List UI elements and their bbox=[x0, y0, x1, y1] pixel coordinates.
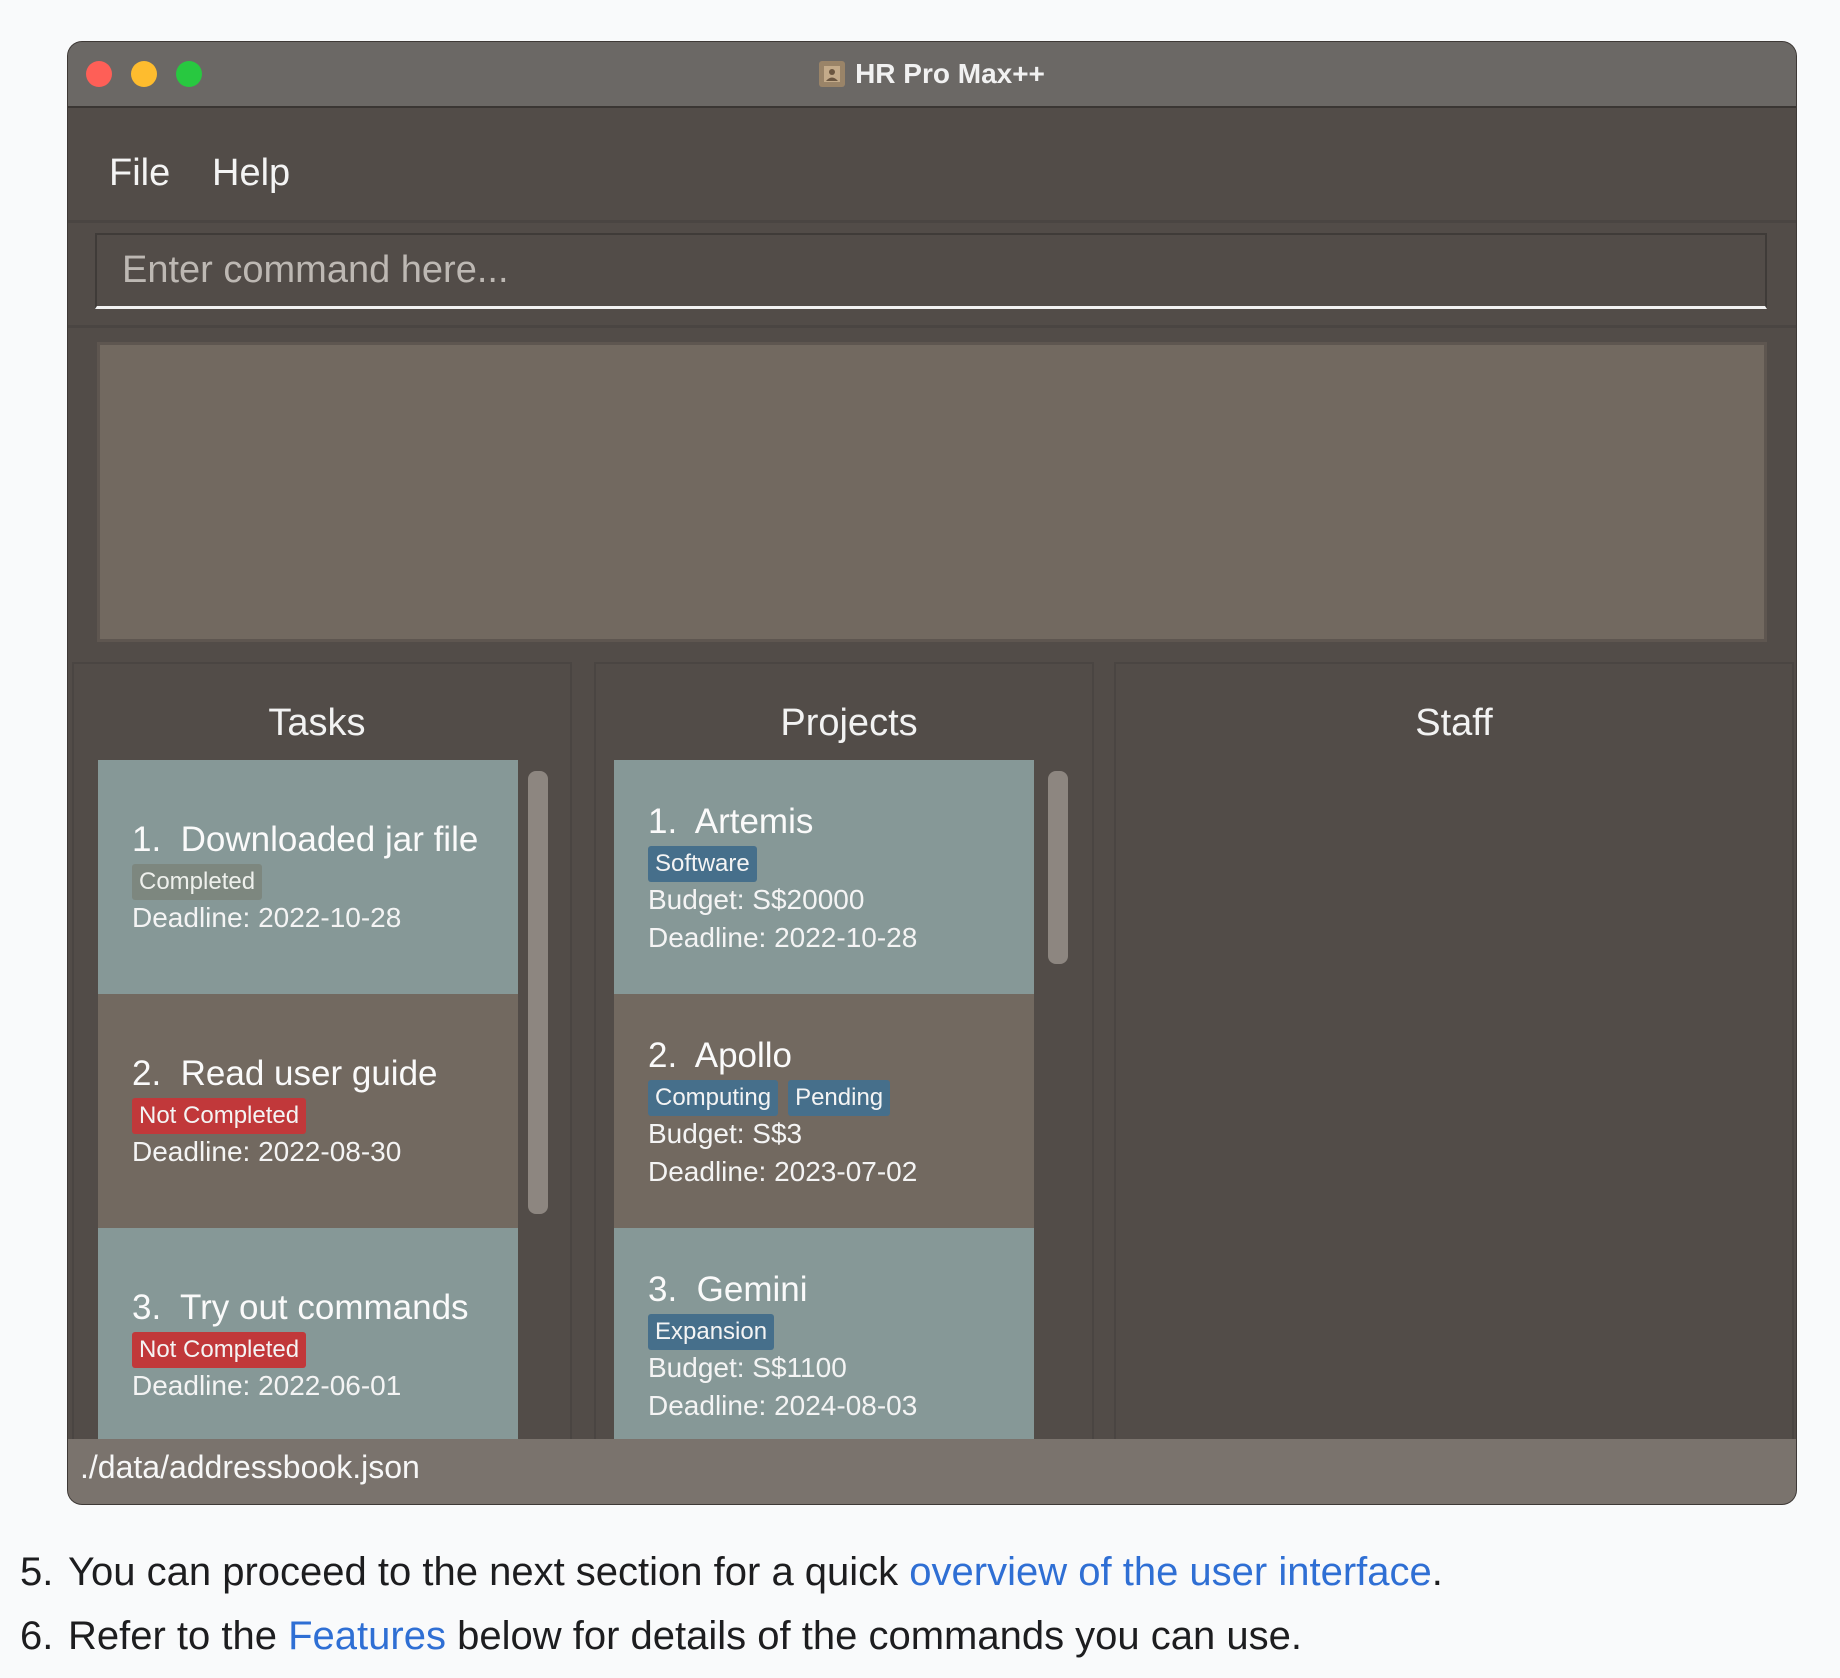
save-file-path: ./data/addressbook.json bbox=[80, 1449, 420, 1485]
projects-panel: Projects 1. Artemis Software Budget: S$2… bbox=[594, 662, 1094, 1477]
task-name: 2. Read user guide bbox=[132, 1054, 438, 1093]
project-list-scrollbar[interactable] bbox=[1048, 771, 1068, 964]
result-display-area bbox=[68, 328, 1796, 660]
step-text: You can proceed to the next section for … bbox=[68, 1550, 910, 1594]
tasks-panel-title: Tasks bbox=[268, 702, 366, 744]
task-status-badge: Completed bbox=[132, 864, 263, 900]
project-card[interactable]: 3. Gemini Expansion Budget: S$1100 Deadl… bbox=[614, 1228, 1034, 1458]
project-tag: Software bbox=[648, 846, 757, 882]
projects-panel-title: Projects bbox=[780, 702, 918, 744]
guide-step-6: 6. Refer to the Features below for detail… bbox=[20, 1604, 1820, 1668]
menu-help[interactable]: Help bbox=[212, 152, 290, 195]
app-window: HR Pro Max++ File Help Tasks 1. Download… bbox=[68, 42, 1796, 1504]
task-card[interactable]: 3. Try out commands Not Completed Deadli… bbox=[98, 1228, 518, 1458]
task-deadline: Deadline: 2022-10-28 bbox=[132, 902, 402, 933]
command-box-area bbox=[68, 223, 1796, 328]
step-number: 6. bbox=[20, 1614, 54, 1658]
step-number: 5. bbox=[20, 1550, 54, 1594]
task-status-badge: Not Completed bbox=[132, 1332, 307, 1368]
step-text-end: . bbox=[1431, 1550, 1443, 1594]
project-tag: Computing bbox=[648, 1080, 779, 1116]
project-name: 3. Gemini bbox=[648, 1270, 808, 1309]
project-name: 1. Artemis bbox=[648, 802, 814, 841]
contacts-icon bbox=[819, 61, 846, 87]
guide-step-5: 5. You can proceed to the next section fo… bbox=[20, 1540, 1820, 1604]
project-list[interactable]: 1. Artemis Software Budget: S$20000 Dead… bbox=[614, 760, 1034, 1458]
project-name: 2. Apollo bbox=[648, 1036, 793, 1075]
task-deadline: Deadline: 2022-08-30 bbox=[132, 1136, 402, 1167]
task-card[interactable]: 2. Read user guide Not Completed Deadlin… bbox=[98, 994, 518, 1228]
project-deadline: Deadline: 2023-07-02 bbox=[648, 1156, 918, 1187]
project-tag: Expansion bbox=[648, 1314, 775, 1350]
title-bar: HR Pro Max++ bbox=[68, 42, 1796, 108]
window-title: HR Pro Max++ bbox=[855, 58, 1045, 89]
overview-link[interactable]: overview of the user interface bbox=[909, 1550, 1431, 1594]
project-card[interactable]: 1. Artemis Software Budget: S$20000 Dead… bbox=[614, 760, 1034, 994]
task-name: 3. Try out commands bbox=[132, 1288, 469, 1327]
project-tag: Pending bbox=[788, 1080, 891, 1116]
task-list-scrollbar[interactable] bbox=[528, 771, 548, 1214]
project-budget: Budget: S$3 bbox=[648, 1118, 803, 1149]
tasks-panel: Tasks 1. Downloaded jar file Completed D… bbox=[72, 662, 572, 1477]
step-text-end: below for details of the commands you ca… bbox=[445, 1614, 1302, 1658]
result-display bbox=[97, 342, 1767, 642]
project-card[interactable]: 2. Apollo Computing Pending Budget: S$3 … bbox=[614, 994, 1034, 1228]
project-budget: Budget: S$1100 bbox=[648, 1352, 847, 1383]
menu-file[interactable]: File bbox=[109, 152, 170, 195]
staff-panel: Staff bbox=[1114, 662, 1794, 1477]
project-deadline: Deadline: 2024-08-03 bbox=[648, 1390, 918, 1421]
task-list[interactable]: 1. Downloaded jar file Completed Deadlin… bbox=[98, 760, 518, 1458]
task-card[interactable]: 1. Downloaded jar file Completed Deadlin… bbox=[98, 760, 518, 994]
features-link[interactable]: Features bbox=[288, 1614, 446, 1658]
project-budget: Budget: S$20000 bbox=[648, 884, 865, 915]
task-name: 1. Downloaded jar file bbox=[132, 820, 479, 859]
task-deadline: Deadline: 2022-06-01 bbox=[132, 1370, 402, 1401]
task-status-badge: Not Completed bbox=[132, 1098, 307, 1134]
guide-text: 5. You can proceed to the next section fo… bbox=[20, 1540, 1820, 1668]
staff-panel-title: Staff bbox=[1415, 702, 1493, 744]
step-text: Refer to the bbox=[68, 1614, 289, 1658]
status-bar: ./data/addressbook.json bbox=[68, 1439, 1796, 1504]
window-title-group: HR Pro Max++ bbox=[68, 42, 1796, 106]
project-deadline: Deadline: 2022-10-28 bbox=[648, 922, 918, 953]
command-input[interactable] bbox=[95, 233, 1767, 309]
menu-bar: File Help bbox=[68, 108, 1796, 223]
